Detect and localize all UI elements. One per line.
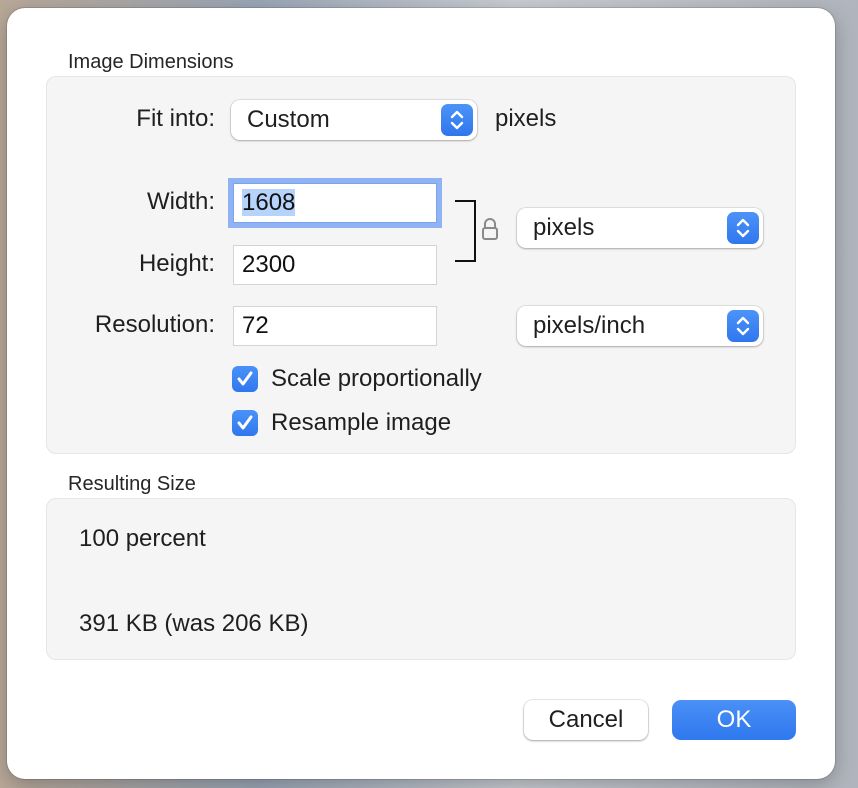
resolution-field[interactable]: 72 bbox=[233, 306, 437, 346]
resample-image-label[interactable]: Resample image bbox=[271, 409, 451, 437]
chevron-up-down-icon bbox=[441, 104, 473, 136]
resolution-label: Resolution: bbox=[94, 311, 215, 338]
resulting-file-size: 391 KB (was 206 KB) bbox=[79, 610, 309, 637]
width-label: Width: bbox=[146, 188, 215, 215]
image-dimensions-title: Image Dimensions bbox=[68, 51, 234, 73]
resolution-units-value: pixels/inch bbox=[533, 312, 646, 339]
fit-into-popup[interactable]: Custom bbox=[231, 100, 477, 140]
width-value: 1608 bbox=[242, 189, 296, 216]
size-units-value: pixels bbox=[533, 214, 595, 241]
link-bracket bbox=[455, 200, 476, 262]
cancel-button[interactable]: Cancel bbox=[524, 700, 648, 740]
checkmark-icon bbox=[237, 371, 253, 386]
checkmark-icon bbox=[237, 415, 253, 430]
size-units-popup[interactable]: pixels bbox=[517, 208, 763, 248]
image-dimensions-group: Fit into: Custom pixels Width: 1608 Heig… bbox=[46, 76, 796, 454]
fit-into-units-label: pixels bbox=[495, 105, 557, 132]
resulting-size-group: 100 percent 391 KB (was 206 KB) bbox=[46, 498, 796, 660]
fit-into-value: Custom bbox=[247, 106, 330, 133]
resolution-value: 72 bbox=[242, 312, 269, 339]
ok-button[interactable]: OK bbox=[672, 700, 796, 740]
scale-proportionally-label[interactable]: Scale proportionally bbox=[271, 365, 482, 393]
scale-proportionally-checkbox[interactable] bbox=[232, 366, 258, 392]
chevron-up-down-icon bbox=[727, 310, 759, 342]
image-size-dialog: Image Dimensions Fit into: Custom pixels… bbox=[7, 8, 835, 779]
resolution-units-popup[interactable]: pixels/inch bbox=[517, 306, 763, 346]
height-value: 2300 bbox=[242, 251, 296, 278]
height-field[interactable]: 2300 bbox=[233, 245, 437, 285]
fit-into-label: Fit into: bbox=[136, 105, 215, 132]
chevron-up-down-icon bbox=[727, 212, 759, 244]
width-field[interactable]: 1608 bbox=[228, 178, 442, 228]
resulting-percent: 100 percent bbox=[79, 525, 206, 552]
resulting-size-title: Resulting Size bbox=[68, 473, 196, 495]
lock-icon[interactable] bbox=[481, 217, 499, 246]
resample-image-checkbox[interactable] bbox=[232, 410, 258, 436]
height-label: Height: bbox=[138, 250, 215, 277]
